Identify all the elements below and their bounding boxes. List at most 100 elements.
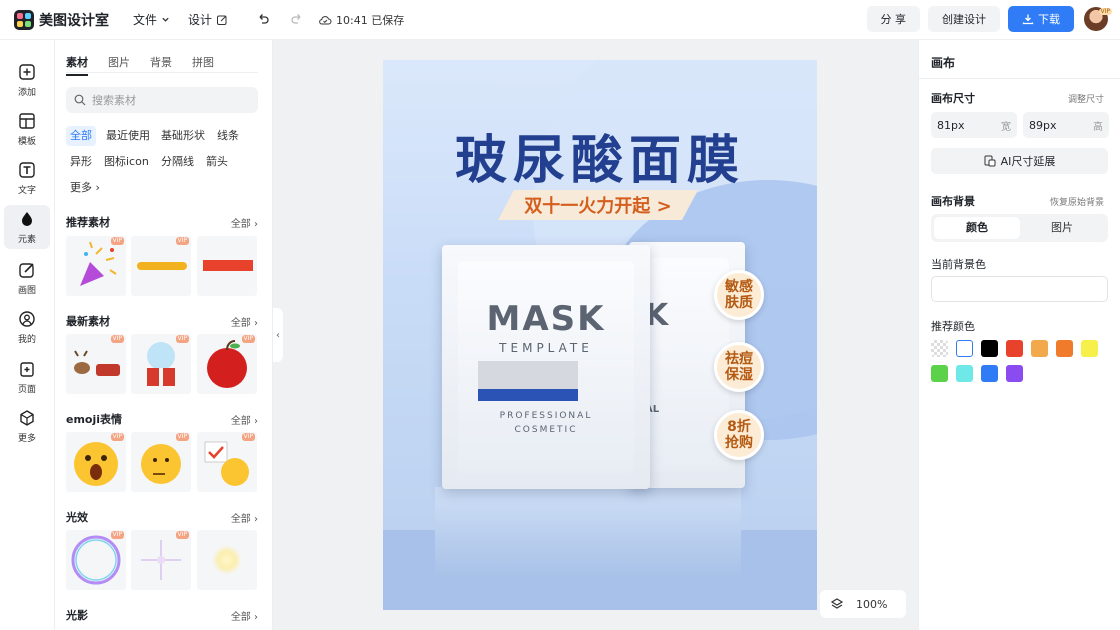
badge-line: 8折 [727, 419, 751, 435]
user-icon [19, 310, 35, 327]
asset-glow[interactable] [197, 530, 257, 590]
section-all-label: 全部 [230, 318, 251, 329]
section-all-label: 全部 [230, 219, 251, 230]
layers-icon[interactable] [830, 597, 844, 611]
color-swatch[interactable] [931, 365, 948, 382]
chip-more[interactable]: 更多 › [66, 178, 104, 198]
user-avatar[interactable]: VIP [1084, 7, 1112, 31]
zoom-level[interactable]: 100% [856, 598, 887, 611]
restore-bg-link[interactable]: 恢复原始背景 [1050, 195, 1104, 208]
chip-arrows[interactable]: 箭头 [202, 152, 232, 172]
collapse-panel-button[interactable]: ‹ [273, 308, 283, 362]
height-field[interactable]: 89px 高 [1023, 112, 1109, 138]
badge-line: 祛痘 [725, 351, 753, 367]
bg-type-toggle: 颜色 图片 [931, 214, 1108, 242]
color-swatch[interactable] [1081, 340, 1098, 357]
ai-resize-label: AI尺寸延展 [1000, 155, 1056, 168]
color-swatch[interactable] [931, 340, 948, 357]
app-logo[interactable]: 美图设计室 [14, 9, 109, 30]
section-all-link[interactable]: 全部 › [231, 510, 258, 525]
resize-link[interactable]: 调整尺寸 [1068, 92, 1104, 105]
poster-banner[interactable]: 双十一火力开起 > [498, 190, 698, 220]
section-all-link[interactable]: 全部 › [231, 608, 258, 623]
asset-emoji-thinking[interactable]: VIP [131, 432, 191, 492]
chip-all[interactable]: 全部 [66, 126, 96, 146]
rail-item-elements[interactable]: 元素 [4, 205, 50, 249]
vip-badge: VIP [175, 335, 189, 343]
color-swatch[interactable] [981, 365, 998, 382]
redo-icon[interactable] [290, 13, 304, 27]
brush-stroke-shape [137, 262, 187, 270]
poster-canvas[interactable]: 玻尿酸面膜 双十一火力开起 > K AL MASK TEMPLATE PROFE… [383, 60, 817, 610]
rail-label: 页面 [17, 384, 36, 395]
bg-type-image[interactable]: 图片 [1019, 217, 1105, 239]
snow-globe-icon [147, 342, 175, 386]
badge-acne-moisture[interactable]: 祛痘 保湿 [714, 342, 764, 392]
tabs-divider [66, 72, 258, 73]
badge-sensitive-skin[interactable]: 敏感 肤质 [714, 270, 764, 320]
create-design-button[interactable]: 创建设计 [928, 6, 1000, 32]
badge-text: 8折 抢购 [725, 419, 753, 451]
badge-discount[interactable]: 8折 抢购 [714, 410, 764, 460]
asset-snow-globe-gift[interactable]: VIP [131, 334, 191, 394]
section-title: 光效 [66, 511, 88, 524]
vip-badge: VIP [110, 531, 124, 539]
section-title: 光影 [66, 609, 88, 622]
asset-brush-stroke[interactable]: VIP [131, 236, 191, 296]
rail-item-text[interactable]: 文字 [4, 156, 50, 200]
rail-item-page[interactable]: 页面 [4, 355, 50, 399]
chevron-left-icon: ‹ [276, 329, 280, 341]
color-swatch[interactable] [981, 340, 998, 357]
color-swatch[interactable] [1031, 340, 1048, 357]
asset-emoji-scared[interactable]: VIP [66, 432, 126, 492]
section-all-link[interactable]: 全部 › [231, 412, 258, 427]
rail-item-template[interactable]: 模板 [4, 107, 50, 151]
asset-apple[interactable]: VIP [197, 334, 257, 394]
asset-sparkle[interactable]: VIP [131, 530, 191, 590]
asset-reindeer-sleigh[interactable]: VIP [66, 334, 126, 394]
asset-bubble[interactable]: VIP [66, 530, 126, 590]
chip-shapes[interactable]: 基础形状 [157, 126, 209, 146]
left-rail: 添加 模板 文字 元素 画图 我的 页面 更多 [0, 40, 55, 630]
asset-emoji-checkmark[interactable]: VIP [197, 432, 257, 492]
undo-icon[interactable] [256, 13, 270, 27]
download-button[interactable]: 下载 [1008, 6, 1074, 32]
search-icon [74, 94, 86, 106]
section-all-link[interactable]: 全部 › [231, 314, 258, 329]
file-menu[interactable]: 文件 [133, 11, 170, 28]
rail-item-add[interactable]: 添加 [4, 58, 50, 102]
chip-dividers[interactable]: 分隔线 [157, 152, 198, 172]
current-bg-color[interactable] [931, 276, 1108, 302]
chip-recent[interactable]: 最近使用 [102, 126, 154, 146]
asset-red-bar[interactable] [197, 236, 257, 296]
chip-irregular[interactable]: 异形 [66, 152, 96, 172]
mask-sachet-front[interactable]: MASK TEMPLATE PROFESSIONAL COSMETIC [442, 245, 650, 489]
search-input[interactable]: 搜索素材 [66, 87, 258, 113]
design-menu[interactable]: 设计 [188, 11, 228, 28]
color-swatch[interactable] [956, 365, 973, 382]
professional-text: PROFESSIONAL [499, 411, 593, 421]
recommend-colors-label: 推荐颜色 [931, 320, 975, 333]
chip-icons[interactable]: 图标icon [100, 152, 153, 172]
rail-item-more[interactable]: 更多 [4, 404, 50, 448]
rail-item-draw[interactable]: 画图 [4, 256, 50, 300]
color-swatch[interactable] [1006, 340, 1023, 357]
poster-title[interactable]: 玻尿酸面膜 [383, 118, 817, 193]
ai-resize-button[interactable]: AI尺寸延展 [931, 148, 1108, 174]
section-all-link[interactable]: 全部 › [231, 215, 258, 230]
saved-time: 10:41 已保存 [336, 13, 405, 27]
share-button[interactable]: 分 享 [866, 6, 920, 32]
thinking-emoji-icon [141, 444, 181, 484]
asset-party-popper[interactable]: VIP [66, 236, 126, 296]
bg-type-color[interactable]: 颜色 [934, 217, 1020, 239]
height-unit: 高 [1093, 121, 1103, 133]
save-status: 10:41 已保存 [318, 12, 404, 28]
width-field[interactable]: 81px 宽 [931, 112, 1017, 138]
rail-item-mine[interactable]: 我的 [4, 305, 50, 349]
color-swatch[interactable] [1006, 365, 1023, 382]
color-swatch[interactable] [1056, 340, 1073, 357]
rail-label: 我的 [17, 334, 36, 345]
color-swatch[interactable] [956, 340, 973, 357]
chip-lines[interactable]: 线条 [213, 126, 243, 146]
cube-icon [20, 409, 34, 426]
